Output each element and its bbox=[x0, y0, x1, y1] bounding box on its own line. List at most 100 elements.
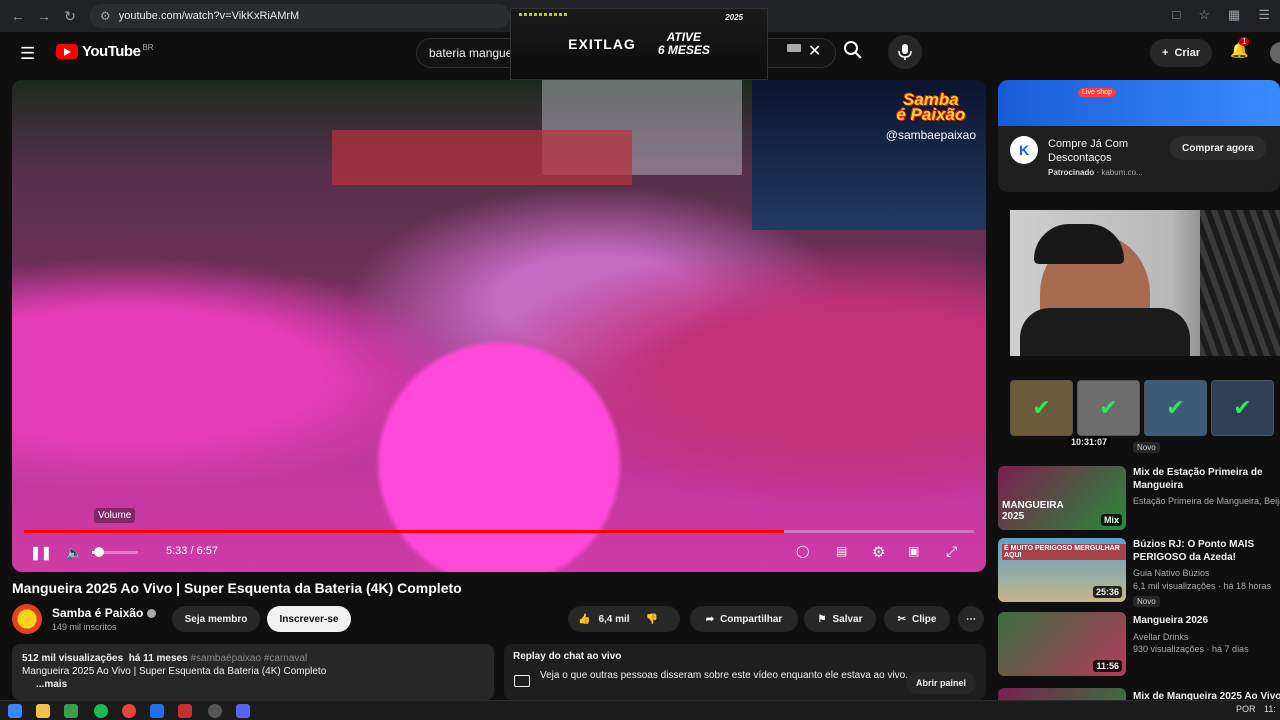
chat-replay-title: Replay do chat ao vivo bbox=[513, 651, 622, 662]
recommendation-title[interactable]: Búzios RJ: O Ponto MAIS PERIGOSO da Azed… bbox=[1133, 538, 1280, 564]
new-badge: Novo bbox=[1133, 442, 1160, 453]
time-total: 6:57 bbox=[196, 545, 219, 557]
share-button[interactable]: ➦ Compartilhar bbox=[690, 606, 798, 632]
recommendation-channel[interactable]: Estação Primeira de Mangueira, Beija-... bbox=[1133, 496, 1280, 506]
recommendation-title[interactable]: Mix de Mangueira 2025 Ao Vivo bbox=[1133, 690, 1280, 700]
recommendation-item[interactable]: 10:31:07 Novo bbox=[998, 432, 1280, 454]
recommendation-item[interactable]: É MUITO PERIGOSO MERGULHAR AQUI 25:36 Bú… bbox=[998, 538, 1280, 608]
upload-age: há 11 meses bbox=[128, 653, 188, 664]
system-clock[interactable]: 11: bbox=[1264, 704, 1276, 714]
description-box[interactable]: 512 mil visualizações há 11 meses #samba… bbox=[12, 644, 494, 700]
shop-now-button[interactable]: Comprar agora bbox=[1170, 136, 1266, 160]
show-more-link[interactable]: ...mais bbox=[22, 678, 484, 691]
channel-info: Samba é Paixão 149 mil inscritos bbox=[52, 606, 157, 632]
recommendation-item[interactable]: 11:56 Mangueira 2026 Avellar Drinks 930 … bbox=[998, 612, 1280, 682]
subscribe-button[interactable]: Inscrever-se bbox=[267, 606, 351, 632]
youtube-play-icon bbox=[56, 44, 78, 59]
reload-icon[interactable]: ↻ bbox=[62, 8, 78, 25]
save-button[interactable]: ⚑ Salvar bbox=[804, 606, 876, 632]
scissors-icon: ✂ bbox=[897, 613, 906, 625]
taskbar-app-icon[interactable] bbox=[178, 704, 192, 718]
channel-owner: Samba é Paixão 149 mil inscritos bbox=[12, 604, 157, 634]
description-meta: 512 mil visualizações há 11 meses #samba… bbox=[22, 652, 484, 665]
notification-badge: 1 bbox=[1239, 37, 1250, 46]
watermark-handle: @sambaepaixao bbox=[885, 128, 976, 142]
hashtags[interactable]: #sambaépaixao #carnaval bbox=[190, 653, 307, 664]
account-avatar[interactable] bbox=[1270, 42, 1280, 64]
live-shop-badge: Live shop bbox=[1078, 88, 1116, 97]
notifications-bell-icon[interactable]: 🔔 1 bbox=[1230, 37, 1250, 59]
clip-label: Clipe bbox=[911, 613, 937, 625]
discord-icon[interactable] bbox=[236, 704, 250, 718]
volume-icon[interactable]: 🔈 bbox=[66, 545, 82, 561]
dislike-icon[interactable]: 👎 bbox=[646, 614, 658, 625]
autoplay-toggle-icon[interactable]: ◯ bbox=[796, 544, 809, 558]
bookmark-star-icon[interactable]: ☆ bbox=[1198, 7, 1210, 23]
miniplayer-icon[interactable]: ▣ bbox=[908, 544, 919, 558]
webcam-background-fabric bbox=[1200, 210, 1280, 356]
keyboard-icon[interactable] bbox=[787, 44, 801, 52]
clear-search-icon[interactable]: ✕ bbox=[808, 41, 821, 61]
reading-list-icon[interactable]: ☰ bbox=[1258, 7, 1270, 23]
recommendation-item[interactable]: MANGUEIRA 2025 Mix Mix de Estação Primei… bbox=[998, 466, 1280, 536]
install-app-icon[interactable]: □ bbox=[1173, 7, 1181, 23]
site-info-icon[interactable]: ⚙ bbox=[100, 9, 111, 23]
forward-arrow-icon[interactable]: → bbox=[36, 8, 52, 25]
subtitles-icon[interactable]: ▤ bbox=[836, 544, 847, 558]
recommendation-title[interactable]: Mangueira 2026 bbox=[1133, 614, 1280, 627]
channel-name-text: Samba é Paixão bbox=[52, 606, 144, 620]
recommendation-thumbnail[interactable]: MANGUEIRA 2025 Mix bbox=[998, 466, 1126, 530]
recommendation-thumbnail[interactable]: 11:56 bbox=[998, 612, 1126, 676]
recommendation-thumbnail[interactable]: É MUITO PERIGOSO MERGULHAR AQUI 25:36 bbox=[998, 538, 1126, 602]
channel-name[interactable]: Samba é Paixão bbox=[52, 606, 157, 620]
join-button[interactable]: Seja membro bbox=[172, 606, 260, 632]
recommendation-channel[interactable]: Guia Nativo Búzios bbox=[1133, 568, 1280, 578]
ad-title[interactable]: Compre Já Com Descontaços bbox=[1048, 137, 1158, 165]
create-button[interactable]: + Criar bbox=[1150, 39, 1213, 67]
sidebar-ad-card[interactable]: Live shop K Compre Já Com Descontaços Pa… bbox=[998, 80, 1280, 192]
channel-avatar[interactable] bbox=[12, 604, 42, 634]
like-count[interactable]: 6,4 mil bbox=[598, 614, 629, 625]
verified-badge-icon bbox=[147, 608, 157, 618]
recommendation-meta: 930 visualizações · há 7 dias bbox=[1133, 644, 1249, 654]
skin-check-icon: ✔ bbox=[1211, 380, 1274, 436]
back-arrow-icon[interactable]: ← bbox=[10, 8, 26, 25]
recommendation-thumbnail[interactable] bbox=[998, 688, 1126, 700]
taskbar-app-icon[interactable] bbox=[208, 704, 222, 718]
more-actions-button[interactable]: ⋯ bbox=[958, 606, 984, 632]
pause-icon[interactable]: ❚❚ bbox=[30, 545, 52, 561]
chat-replay-description: Veja o que outras pessoas disseram sobre… bbox=[540, 670, 909, 681]
fullscreen-icon[interactable]: ⤢ bbox=[946, 543, 957, 560]
chrome-icon[interactable] bbox=[122, 704, 136, 718]
open-chat-panel-button[interactable]: Abrir painel bbox=[905, 672, 976, 694]
like-icon[interactable]: 👍 bbox=[578, 614, 590, 625]
start-menu-icon[interactable] bbox=[8, 704, 22, 718]
ad-tag: 2025 bbox=[725, 13, 743, 22]
file-explorer-icon[interactable] bbox=[36, 704, 50, 718]
ad-banner-image[interactable]: Live shop bbox=[998, 80, 1280, 126]
skin-check-icon: ✔ bbox=[1010, 380, 1073, 436]
volume-knob[interactable] bbox=[94, 547, 104, 557]
share-icon: ➦ bbox=[705, 613, 715, 625]
mix-badge: Mix bbox=[1100, 514, 1122, 526]
address-bar[interactable]: ⚙ youtube.com/watch?v=VikKxRiAMrM bbox=[90, 4, 510, 28]
search-icon[interactable] bbox=[843, 40, 863, 60]
video-player[interactable]: Samba é Paixão @sambaepaixao Volume ❚❚ 🔈… bbox=[12, 80, 986, 572]
extensions-icon[interactable]: ▦ bbox=[1228, 7, 1240, 23]
spotify-icon[interactable] bbox=[94, 704, 108, 718]
recommendation-item[interactable]: Mix de Mangueira 2025 Ao Vivo bbox=[998, 688, 1280, 700]
clip-button[interactable]: ✂ Clipe bbox=[884, 606, 950, 632]
voice-search-button[interactable] bbox=[888, 35, 922, 69]
input-language[interactable]: POR bbox=[1236, 704, 1256, 714]
channel-watermark: Samba é Paixão @sambaepaixao bbox=[885, 91, 976, 142]
progress-bar[interactable] bbox=[24, 530, 974, 533]
overlay-ad-banner[interactable]: EXITLAG ATIVE 6 MESES 2025 bbox=[510, 8, 768, 80]
ad-domain: kabum.co... bbox=[1101, 168, 1143, 177]
recommendation-title[interactable]: Mix de Estação Primeira de Mangueira bbox=[1133, 466, 1280, 492]
taskbar-app-icon[interactable] bbox=[150, 704, 164, 718]
recommendation-channel[interactable]: Avellar Drinks bbox=[1133, 632, 1280, 642]
taskbar-app-icon[interactable] bbox=[64, 704, 78, 718]
settings-gear-icon[interactable]: ⚙ bbox=[872, 543, 885, 561]
youtube-logo[interactable]: YouTube BR bbox=[56, 43, 154, 60]
hamburger-menu-icon[interactable]: ☰ bbox=[20, 44, 35, 64]
